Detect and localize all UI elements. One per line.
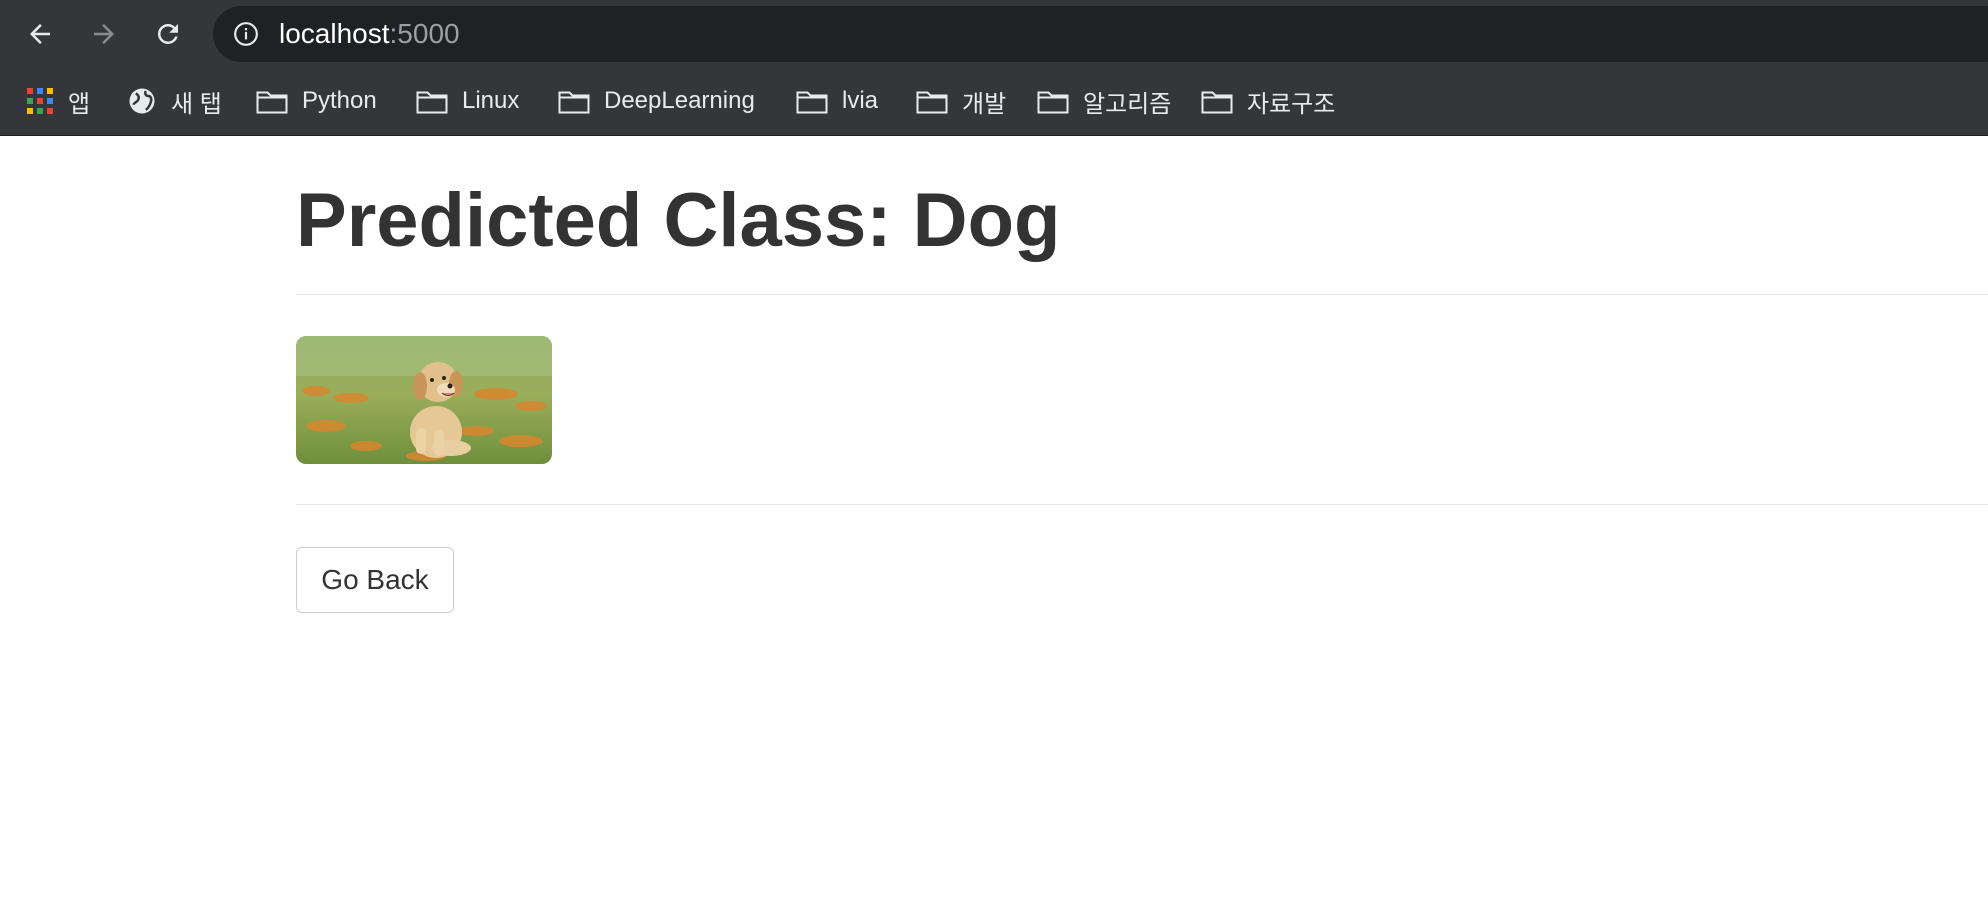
arrow-left-icon — [30, 24, 50, 44]
bookmark-label: 개발 — [962, 90, 1007, 118]
folder-icon — [796, 88, 828, 114]
folder-icon — [256, 88, 288, 114]
bookmark-folder-algorithm[interactable]: 알고리즘 — [1037, 82, 1171, 120]
bookmark-new-tab[interactable]: 새 탭 — [127, 82, 222, 120]
divider-top — [296, 294, 1988, 295]
address-bar[interactable]: localhost:5000 — [213, 6, 1988, 62]
folder-icon — [1037, 88, 1069, 114]
forward-button[interactable] — [84, 14, 124, 54]
url-host: localhost — [279, 18, 390, 49]
apps-grid-icon — [26, 87, 54, 115]
bookmark-folder-deeplearning[interactable]: DeepLearning — [558, 82, 755, 120]
globe-icon — [127, 86, 157, 116]
reload-button[interactable] — [148, 14, 188, 54]
browser-toolbar: localhost:5000 — [0, 0, 1988, 68]
page-content: Predicted Class: Dog Go Back — [0, 136, 1988, 918]
bookmark-folder-python[interactable]: Python — [256, 82, 377, 120]
folder-icon — [416, 88, 448, 114]
bookmark-label: lvia — [842, 87, 879, 114]
bookmark-label: 앱 — [68, 90, 91, 118]
arrow-right-icon — [94, 24, 114, 44]
back-button[interactable] — [20, 14, 60, 54]
bookmark-label: 알고리즘 — [1083, 90, 1172, 118]
go-back-button[interactable]: Go Back — [296, 547, 454, 613]
bookmark-folder-dev[interactable]: 개발 — [916, 82, 1006, 120]
page-title: Predicted Class: Dog — [296, 178, 1061, 263]
bookmark-apps[interactable]: 앱 — [26, 82, 90, 120]
bookmark-folder-lvia[interactable]: lvia — [796, 82, 878, 120]
bookmarks-bar: 앱 새 탭 Python Linux DeepLearning lvia 개발 … — [0, 68, 1988, 136]
info-icon[interactable] — [233, 21, 259, 47]
reload-icon — [157, 23, 178, 44]
folder-icon — [916, 88, 948, 114]
url-port: :5000 — [389, 18, 460, 49]
bookmark-folder-linux[interactable]: Linux — [416, 82, 519, 120]
divider-bottom — [296, 504, 1988, 505]
uploaded-image — [296, 336, 552, 464]
bookmark-label: 자료구조 — [1247, 90, 1336, 118]
folder-icon — [1201, 88, 1233, 114]
bookmark-label: Python — [302, 87, 377, 114]
bookmark-label: Linux — [462, 87, 520, 114]
bookmark-label: DeepLearning — [604, 87, 755, 114]
folder-icon — [558, 88, 590, 114]
bookmark-label: 새 탭 — [171, 90, 222, 118]
bookmark-folder-data-structures[interactable]: 자료구조 — [1201, 82, 1335, 120]
url-text[interactable]: localhost:5000 — [279, 19, 460, 49]
